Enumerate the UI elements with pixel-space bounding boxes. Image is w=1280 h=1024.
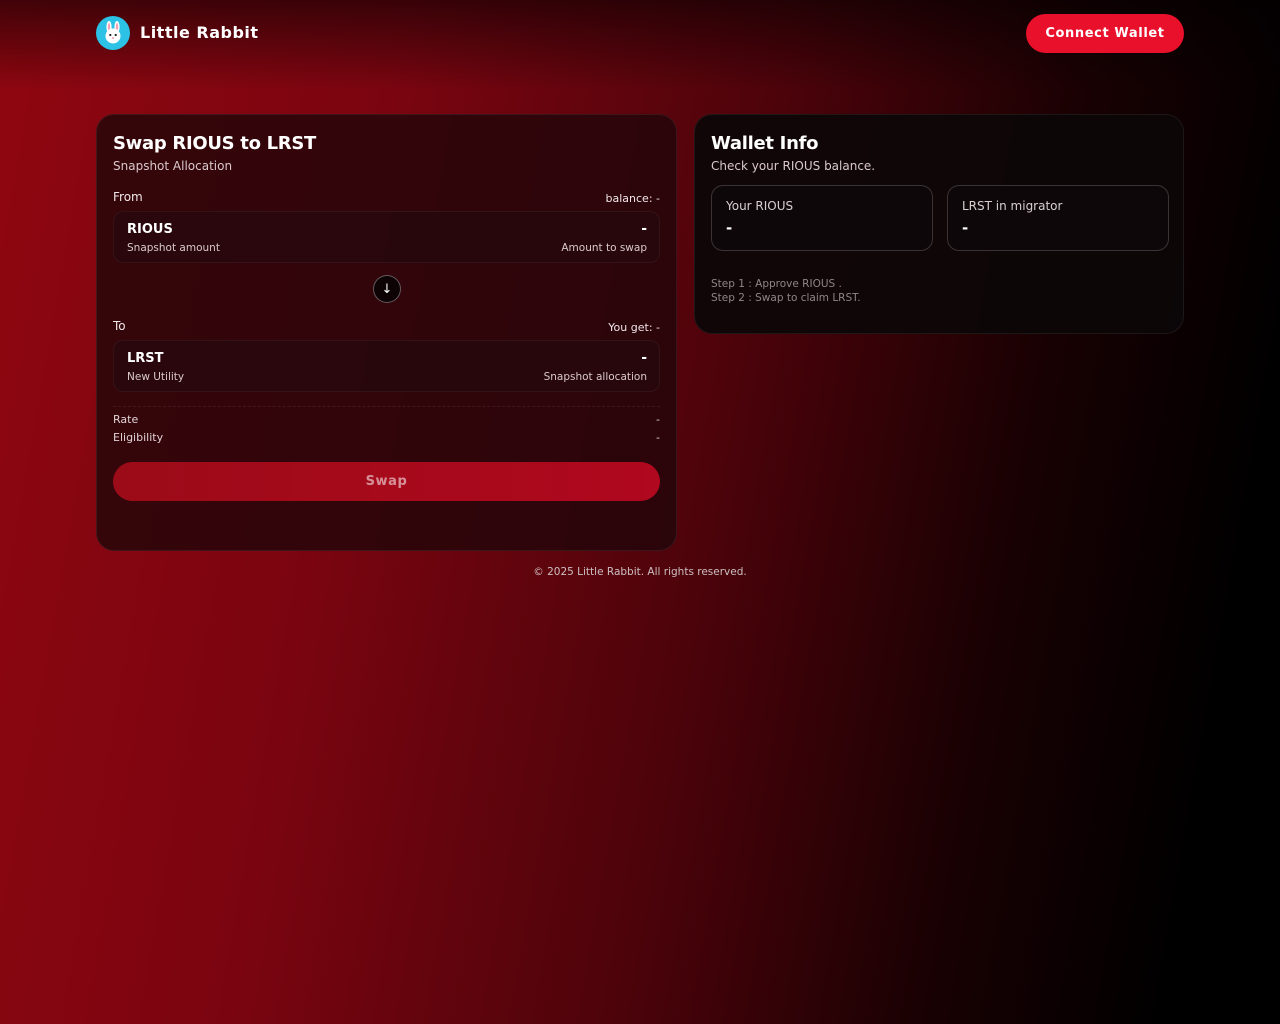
swap-title: Swap RIOUS to LRST	[113, 133, 317, 154]
from-token-box[interactable]: RIOUS Snapshot amount - Amount to swap	[113, 211, 660, 263]
eligibility-label: Eligibility	[113, 431, 164, 444]
wallet-subtitle: Check your RIOUS balance.	[711, 159, 876, 173]
rate-label: Rate	[113, 413, 139, 426]
from-amount-input[interactable]: -	[641, 221, 647, 237]
wallet-title: Wallet Info	[711, 133, 819, 154]
brand-name: Little Rabbit	[140, 23, 259, 42]
your-rious-box: Your RIOUS -	[711, 185, 933, 251]
swap-direction-button[interactable]: ↓	[373, 275, 401, 303]
wallet-info-card: Wallet Info Check your RIOUS balance. Yo…	[694, 114, 1184, 334]
from-token-name: RIOUS	[127, 222, 173, 237]
your-rious-label: Your RIOUS	[726, 199, 794, 213]
lrst-migrator-box: LRST in migrator -	[947, 185, 1169, 251]
to-amount-value: -	[641, 350, 647, 366]
lrst-migrator-value: -	[962, 219, 969, 237]
header: Little Rabbit Connect Wallet	[0, 0, 1280, 68]
eligibility-value: -	[656, 431, 660, 444]
to-label: To	[113, 319, 126, 333]
divider	[113, 406, 660, 407]
you-get-text: You get: -	[608, 321, 660, 334]
to-token-desc: New Utility	[127, 371, 185, 383]
swap-subtitle: Snapshot Allocation	[113, 159, 233, 173]
from-token-desc: Snapshot amount	[127, 242, 220, 254]
step-2: Step 2 : Swap to claim LRST.	[711, 292, 861, 304]
step-1: Step 1 : Approve RIOUS .	[711, 278, 842, 290]
swap-card: Swap RIOUS to LRST Snapshot Allocation F…	[96, 114, 677, 551]
from-label: From	[113, 190, 143, 204]
from-token-hint: Amount to swap	[561, 242, 647, 254]
connect-wallet-button[interactable]: Connect Wallet	[1026, 14, 1184, 53]
rabbit-icon[interactable]	[96, 16, 130, 50]
to-token-box: LRST New Utility - Snapshot allocation	[113, 340, 660, 392]
swap-button[interactable]: Swap	[113, 462, 660, 501]
footer-copyright: © 2025 Little Rabbit. All rights reserve…	[533, 566, 747, 578]
arrow-down-icon: ↓	[381, 281, 393, 297]
lrst-migrator-label: LRST in migrator	[962, 199, 1063, 213]
to-token-name: LRST	[127, 351, 164, 366]
balance-text: balance: -	[605, 192, 660, 205]
to-token-hint: Snapshot allocation	[543, 371, 647, 383]
rate-value: -	[656, 413, 660, 426]
your-rious-value: -	[726, 219, 733, 237]
